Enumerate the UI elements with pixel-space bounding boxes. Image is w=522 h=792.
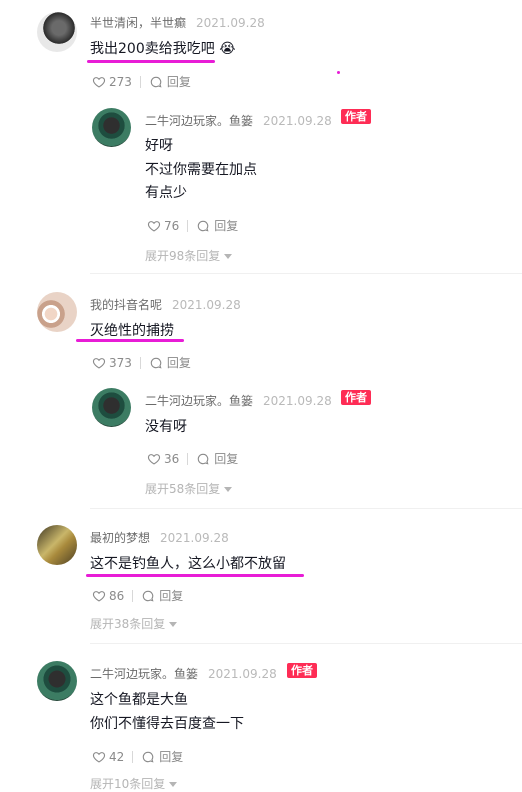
comment-text-line: 你们不懂得去百度查一下 [90, 716, 244, 732]
reply-actions: 36 回复 [147, 450, 238, 467]
avatar[interactable] [37, 12, 77, 52]
heart-icon[interactable] [147, 452, 161, 466]
comment-username[interactable]: 二牛河边玩家。鱼篓 [90, 667, 198, 681]
author-badge: 作者 [341, 390, 371, 405]
comment-header: 最初的梦想 2021.09.28 [90, 527, 229, 546]
comment-header: 半世清闲，半世癫 2021.09.28 [90, 12, 265, 31]
highlight-dot [337, 71, 340, 74]
avatar[interactable] [37, 525, 77, 565]
reply-button[interactable]: 回复 [214, 217, 238, 234]
reply-bubble-icon[interactable] [149, 356, 163, 370]
comment-text: 我出200卖给我吃吧 😭 [90, 38, 236, 58]
author-badge: 作者 [287, 663, 317, 678]
comment-username[interactable]: 半世清闲，半世癫 [90, 16, 186, 30]
reply-bubble-icon[interactable] [149, 75, 163, 89]
expand-replies-button[interactable]: 展开10条回复 [90, 775, 178, 792]
like-count: 86 [109, 588, 125, 603]
expand-replies-button[interactable]: 展开98条回复 [145, 247, 233, 264]
reply-text-line: 好呀 [145, 138, 173, 154]
highlight-underline [86, 574, 304, 577]
like-count: 273 [109, 74, 132, 89]
divider-line [132, 750, 134, 763]
comment-date: 2021.09.28 [196, 16, 265, 30]
comment-date: 2021.09.28 [172, 298, 241, 312]
reply-button[interactable]: 回复 [167, 354, 191, 371]
reply-button[interactable]: 回复 [159, 587, 183, 604]
reply-bubble-icon[interactable] [196, 452, 210, 466]
comment-date: 2021.09.28 [160, 531, 229, 545]
reply-bubble-icon[interactable] [141, 750, 155, 764]
comment-divider [90, 508, 522, 509]
reply-button[interactable]: 回复 [167, 73, 191, 90]
heart-icon[interactable] [92, 356, 106, 370]
expand-replies-label: 展开98条回复 [145, 249, 221, 263]
comment-divider [90, 273, 522, 274]
comment-text: 这不是钓鱼人，这么小都不放留 [90, 556, 286, 572]
highlight-underline [76, 339, 184, 342]
comment-actions: 42 回复 [92, 748, 183, 765]
like-count: 42 [109, 749, 125, 764]
expand-replies-label: 展开58条回复 [145, 482, 221, 496]
comment-username[interactable]: 最初的梦想 [90, 531, 150, 545]
reply-username[interactable]: 二牛河边玩家。鱼篓 [145, 394, 253, 408]
reply-text-line: 不过你需要在加点 [145, 162, 257, 178]
avatar[interactable] [92, 108, 131, 147]
avatar[interactable] [37, 661, 77, 701]
expand-replies-button[interactable]: 展开38条回复 [90, 615, 178, 632]
reply-date: 2021.09.28 [263, 114, 332, 128]
like-count: 36 [164, 451, 180, 466]
chevron-down-icon [169, 782, 178, 787]
comment-text-content: 我出200卖给我吃吧 [90, 41, 215, 57]
highlight-underline [87, 60, 215, 63]
reply-text-line: 有点少 [145, 185, 187, 201]
comment-actions: 373 回复 [92, 354, 191, 371]
reply-text-line: 没有呀 [145, 419, 187, 435]
comment-username[interactable]: 我的抖音名呢 [90, 298, 162, 312]
chevron-down-icon [224, 254, 233, 259]
divider-line [187, 219, 189, 232]
avatar[interactable] [37, 292, 77, 332]
expand-replies-button[interactable]: 展开58条回复 [145, 480, 233, 497]
comment-text-line: 这个鱼都是大鱼 [90, 692, 188, 708]
crying-laughing-emoji-icon: 😭 [219, 41, 236, 57]
comment-date: 2021.09.28 [208, 667, 277, 681]
author-badge: 作者 [341, 109, 371, 124]
heart-icon[interactable] [147, 219, 161, 233]
chevron-down-icon [169, 622, 178, 627]
reply-header: 二牛河边玩家。鱼篓 2021.09.28 [145, 390, 332, 409]
heart-icon[interactable] [92, 750, 106, 764]
heart-icon[interactable] [92, 589, 106, 603]
reply-header: 二牛河边玩家。鱼篓 2021.09.28 [145, 110, 332, 129]
reply-button[interactable]: 回复 [159, 748, 183, 765]
divider-line [187, 452, 189, 465]
divider-line [132, 589, 134, 602]
comment-header: 我的抖音名呢 2021.09.28 [90, 294, 241, 313]
comment-divider [90, 643, 522, 644]
like-count: 373 [109, 355, 132, 370]
comment-text: 灭绝性的捕捞 [90, 323, 174, 339]
reply-username[interactable]: 二牛河边玩家。鱼篓 [145, 114, 253, 128]
comment-actions: 86 回复 [92, 587, 183, 604]
reply-date: 2021.09.28 [263, 394, 332, 408]
chevron-down-icon [224, 487, 233, 492]
comment-actions: 273 回复 [92, 73, 191, 90]
reply-button[interactable]: 回复 [214, 450, 238, 467]
divider-line [139, 75, 141, 88]
comment-header: 二牛河边玩家。鱼篓 2021.09.28 [90, 663, 277, 682]
expand-replies-label: 展开38条回复 [90, 617, 166, 631]
reply-bubble-icon[interactable] [141, 589, 155, 603]
like-count: 76 [164, 218, 180, 233]
divider-line [139, 356, 141, 369]
avatar[interactable] [92, 388, 131, 427]
heart-icon[interactable] [92, 75, 106, 89]
reply-bubble-icon[interactable] [196, 219, 210, 233]
reply-actions: 76 回复 [147, 217, 238, 234]
